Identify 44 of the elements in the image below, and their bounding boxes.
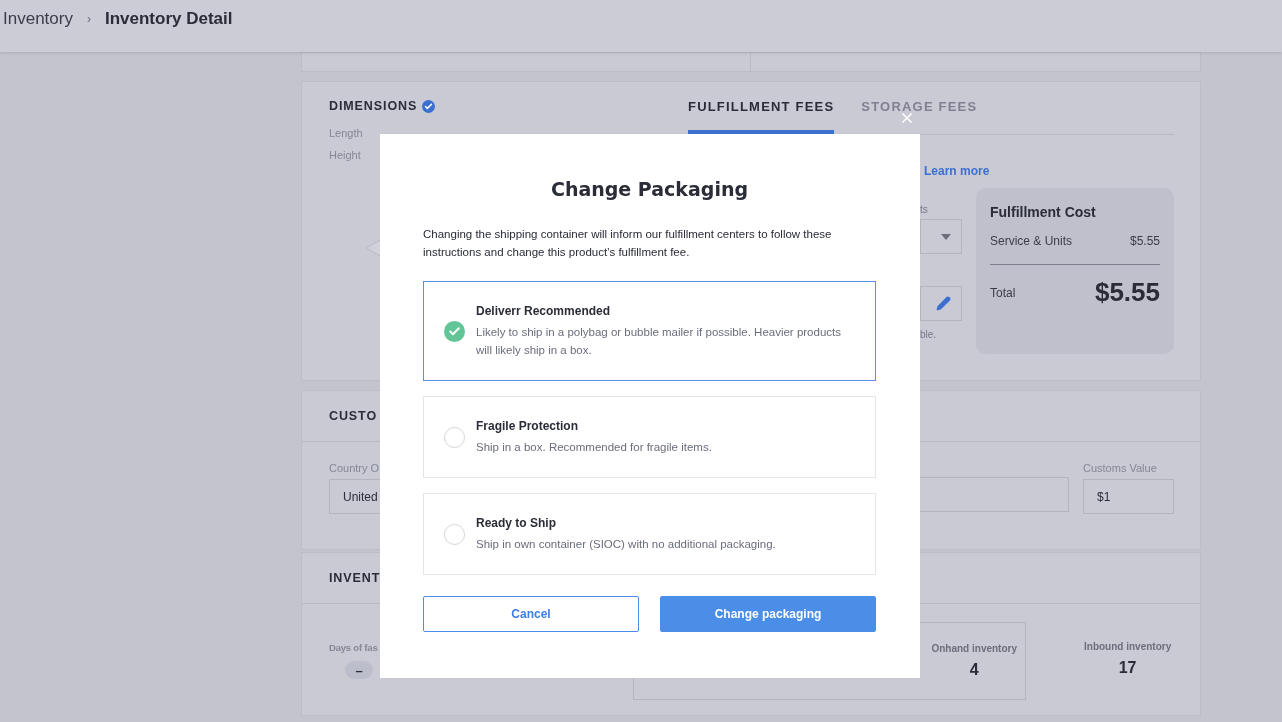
days-value: – bbox=[345, 661, 373, 679]
option-description: Ship in own container (SIOC) with no additional packaging. bbox=[476, 536, 776, 552]
cost-value: $5.55 bbox=[1129, 234, 1160, 248]
field-label: ts bbox=[920, 204, 928, 215]
packaging-option[interactable]: Ready to Ship Ship in own container (SIOC) with no additional packaging. bbox=[423, 493, 876, 575]
pencil-icon[interactable] bbox=[936, 296, 951, 311]
field-note: ble. bbox=[920, 329, 937, 340]
option-description: Likely to ship in a polybag or bubble mailer if possible. Heavier products will likely ship in a box. bbox=[476, 324, 842, 358]
packaging-option[interactable]: Deliverr Recommended Likely to ship in a polybag or bubble mailer if possible. Heavier products will likely ship in a box. bbox=[423, 281, 876, 381]
breadcrumb-separator: › bbox=[86, 12, 91, 26]
stat-label: Onhand inventory bbox=[931, 643, 1017, 654]
option-title: Ready to Ship bbox=[476, 515, 557, 530]
option-description: Ship in a box. Recommended for fragile items. bbox=[476, 439, 712, 455]
cancel-button[interactable]: Cancel bbox=[423, 596, 639, 632]
field-label: Country O bbox=[329, 462, 381, 474]
dimension-label: Height bbox=[329, 149, 362, 161]
total-label: Total bbox=[990, 285, 1016, 300]
breadcrumb-item[interactable]: Inventory bbox=[3, 9, 73, 29]
cost-title: Fulfillment Cost bbox=[990, 204, 1097, 220]
select-field[interactable] bbox=[920, 219, 962, 254]
stat-label: Inbound inventory bbox=[1084, 641, 1172, 652]
dialog-title: Change Packaging bbox=[549, 178, 750, 200]
radio-button[interactable] bbox=[444, 523, 465, 545]
field-label: Customs Value bbox=[1083, 462, 1158, 474]
breadcrumb-item: Inventory Detail bbox=[104, 9, 233, 29]
packaging-option[interactable]: Fragile Protection Ship in a box. Recommended for fragile items. bbox=[423, 396, 876, 478]
total-value: $5.55 bbox=[1094, 277, 1160, 308]
cost-label: Service & Units bbox=[990, 234, 1073, 248]
radio-button[interactable] bbox=[444, 426, 465, 448]
input-field[interactable] bbox=[920, 286, 962, 321]
stat-value: 17 bbox=[1118, 659, 1137, 677]
dimension-label: Length bbox=[329, 127, 364, 139]
stat-value: 4 bbox=[969, 661, 979, 679]
option-title: Deliverr Recommended bbox=[476, 303, 612, 318]
customs-value-field[interactable]: $1 bbox=[1083, 479, 1174, 514]
close-button[interactable] bbox=[899, 110, 915, 126]
check-icon[interactable] bbox=[444, 320, 465, 342]
days-label: Days of fas bbox=[329, 642, 378, 653]
card-title: INVENT bbox=[329, 571, 381, 585]
card-title: CUSTO bbox=[329, 409, 378, 423]
caret-icon bbox=[941, 233, 951, 240]
card-title: DIMENSIONS bbox=[329, 99, 614, 113]
dialog-description: Changing the shipping container will inform our fulfillment centers to follow these instructions and change this product’s fulfillment fee. bbox=[423, 227, 833, 260]
option-title: Fragile Protection bbox=[476, 418, 580, 433]
